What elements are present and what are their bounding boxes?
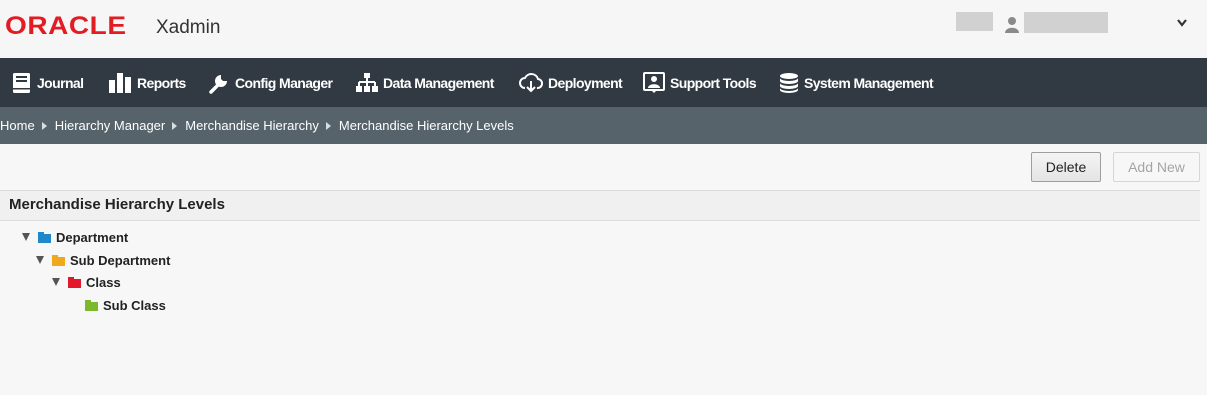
nav-journal-label: Journal (37, 74, 84, 91)
nav-reports[interactable]: Reports (108, 58, 186, 107)
app-name: Xadmin (156, 17, 221, 38)
breadcrumb-home[interactable]: Home (0, 118, 35, 133)
redacted-field (956, 12, 993, 31)
tree-node-label: Sub Department (70, 252, 171, 268)
main-nav: Journal Reports Config Manager Data Mana… (0, 58, 1207, 107)
add-new-button[interactable]: Add New (1113, 152, 1200, 182)
expand-triangle-icon[interactable] (22, 233, 30, 241)
breadcrumb-separator-icon (172, 121, 178, 130)
breadcrumb-current: Merchandise Hierarchy Levels (338, 118, 514, 133)
nav-reports-label: Reports (137, 74, 186, 91)
hierarchy-icon (356, 72, 378, 92)
nav-data-management-label: Data Management (383, 74, 494, 91)
user-icon[interactable] (1005, 16, 1019, 33)
breadcrumb-merchandise-hierarchy[interactable]: Merchandise Hierarchy (185, 118, 319, 133)
journal-icon (13, 72, 30, 93)
bar-chart-icon (109, 72, 131, 93)
breadcrumb-separator-icon (325, 121, 331, 130)
nav-config-manager-label: Config Manager (235, 74, 333, 91)
nav-system-management[interactable]: System Management (779, 58, 934, 107)
cloud-download-icon (519, 72, 543, 92)
delete-button[interactable]: Delete (1031, 152, 1101, 182)
folder-icon (68, 276, 81, 288)
nav-system-management-label: System Management (804, 74, 934, 91)
folder-icon (85, 299, 98, 311)
tree-node-label: Department (56, 229, 129, 245)
wrench-icon (209, 74, 227, 94)
nav-support-tools[interactable]: Support Tools (643, 58, 757, 107)
nav-config-manager[interactable]: Config Manager (208, 58, 333, 107)
tree-node-sub-class[interactable]: Sub Class (85, 296, 166, 314)
nav-deployment-label: Deployment (548, 74, 623, 91)
oracle-logo[interactable]: ORACLE (5, 12, 127, 41)
user-name-redacted[interactable] (1024, 12, 1108, 33)
tree-node-label: Sub Class (103, 297, 166, 313)
tree-node-label: Class (86, 274, 121, 290)
nav-journal[interactable]: Journal (12, 58, 84, 107)
panel-title: Merchandise Hierarchy Levels (9, 196, 225, 213)
app-header: ORACLE Xadmin (0, 0, 1207, 58)
tree-node-sub-department[interactable]: Sub Department (36, 251, 170, 269)
nav-deployment[interactable]: Deployment (519, 58, 623, 107)
tree-node-department[interactable]: Department (22, 228, 128, 246)
tree-node-class[interactable]: Class (52, 273, 121, 291)
breadcrumb-separator-icon (41, 121, 47, 130)
nav-support-tools-label: Support Tools (670, 74, 757, 91)
expand-triangle-icon[interactable] (36, 256, 44, 264)
folder-icon (52, 254, 65, 266)
breadcrumb-hierarchy-manager[interactable]: Hierarchy Manager (55, 118, 166, 133)
panel-header: Merchandise Hierarchy Levels (0, 191, 1200, 221)
folder-icon (38, 231, 51, 243)
support-icon (643, 71, 665, 93)
nav-data-management[interactable]: Data Management (356, 58, 494, 107)
expand-triangle-icon[interactable] (52, 278, 60, 286)
database-icon (780, 72, 798, 93)
chevron-down-icon[interactable] (1176, 18, 1188, 28)
breadcrumb: Home Hierarchy Manager Merchandise Hiera… (0, 107, 1207, 144)
